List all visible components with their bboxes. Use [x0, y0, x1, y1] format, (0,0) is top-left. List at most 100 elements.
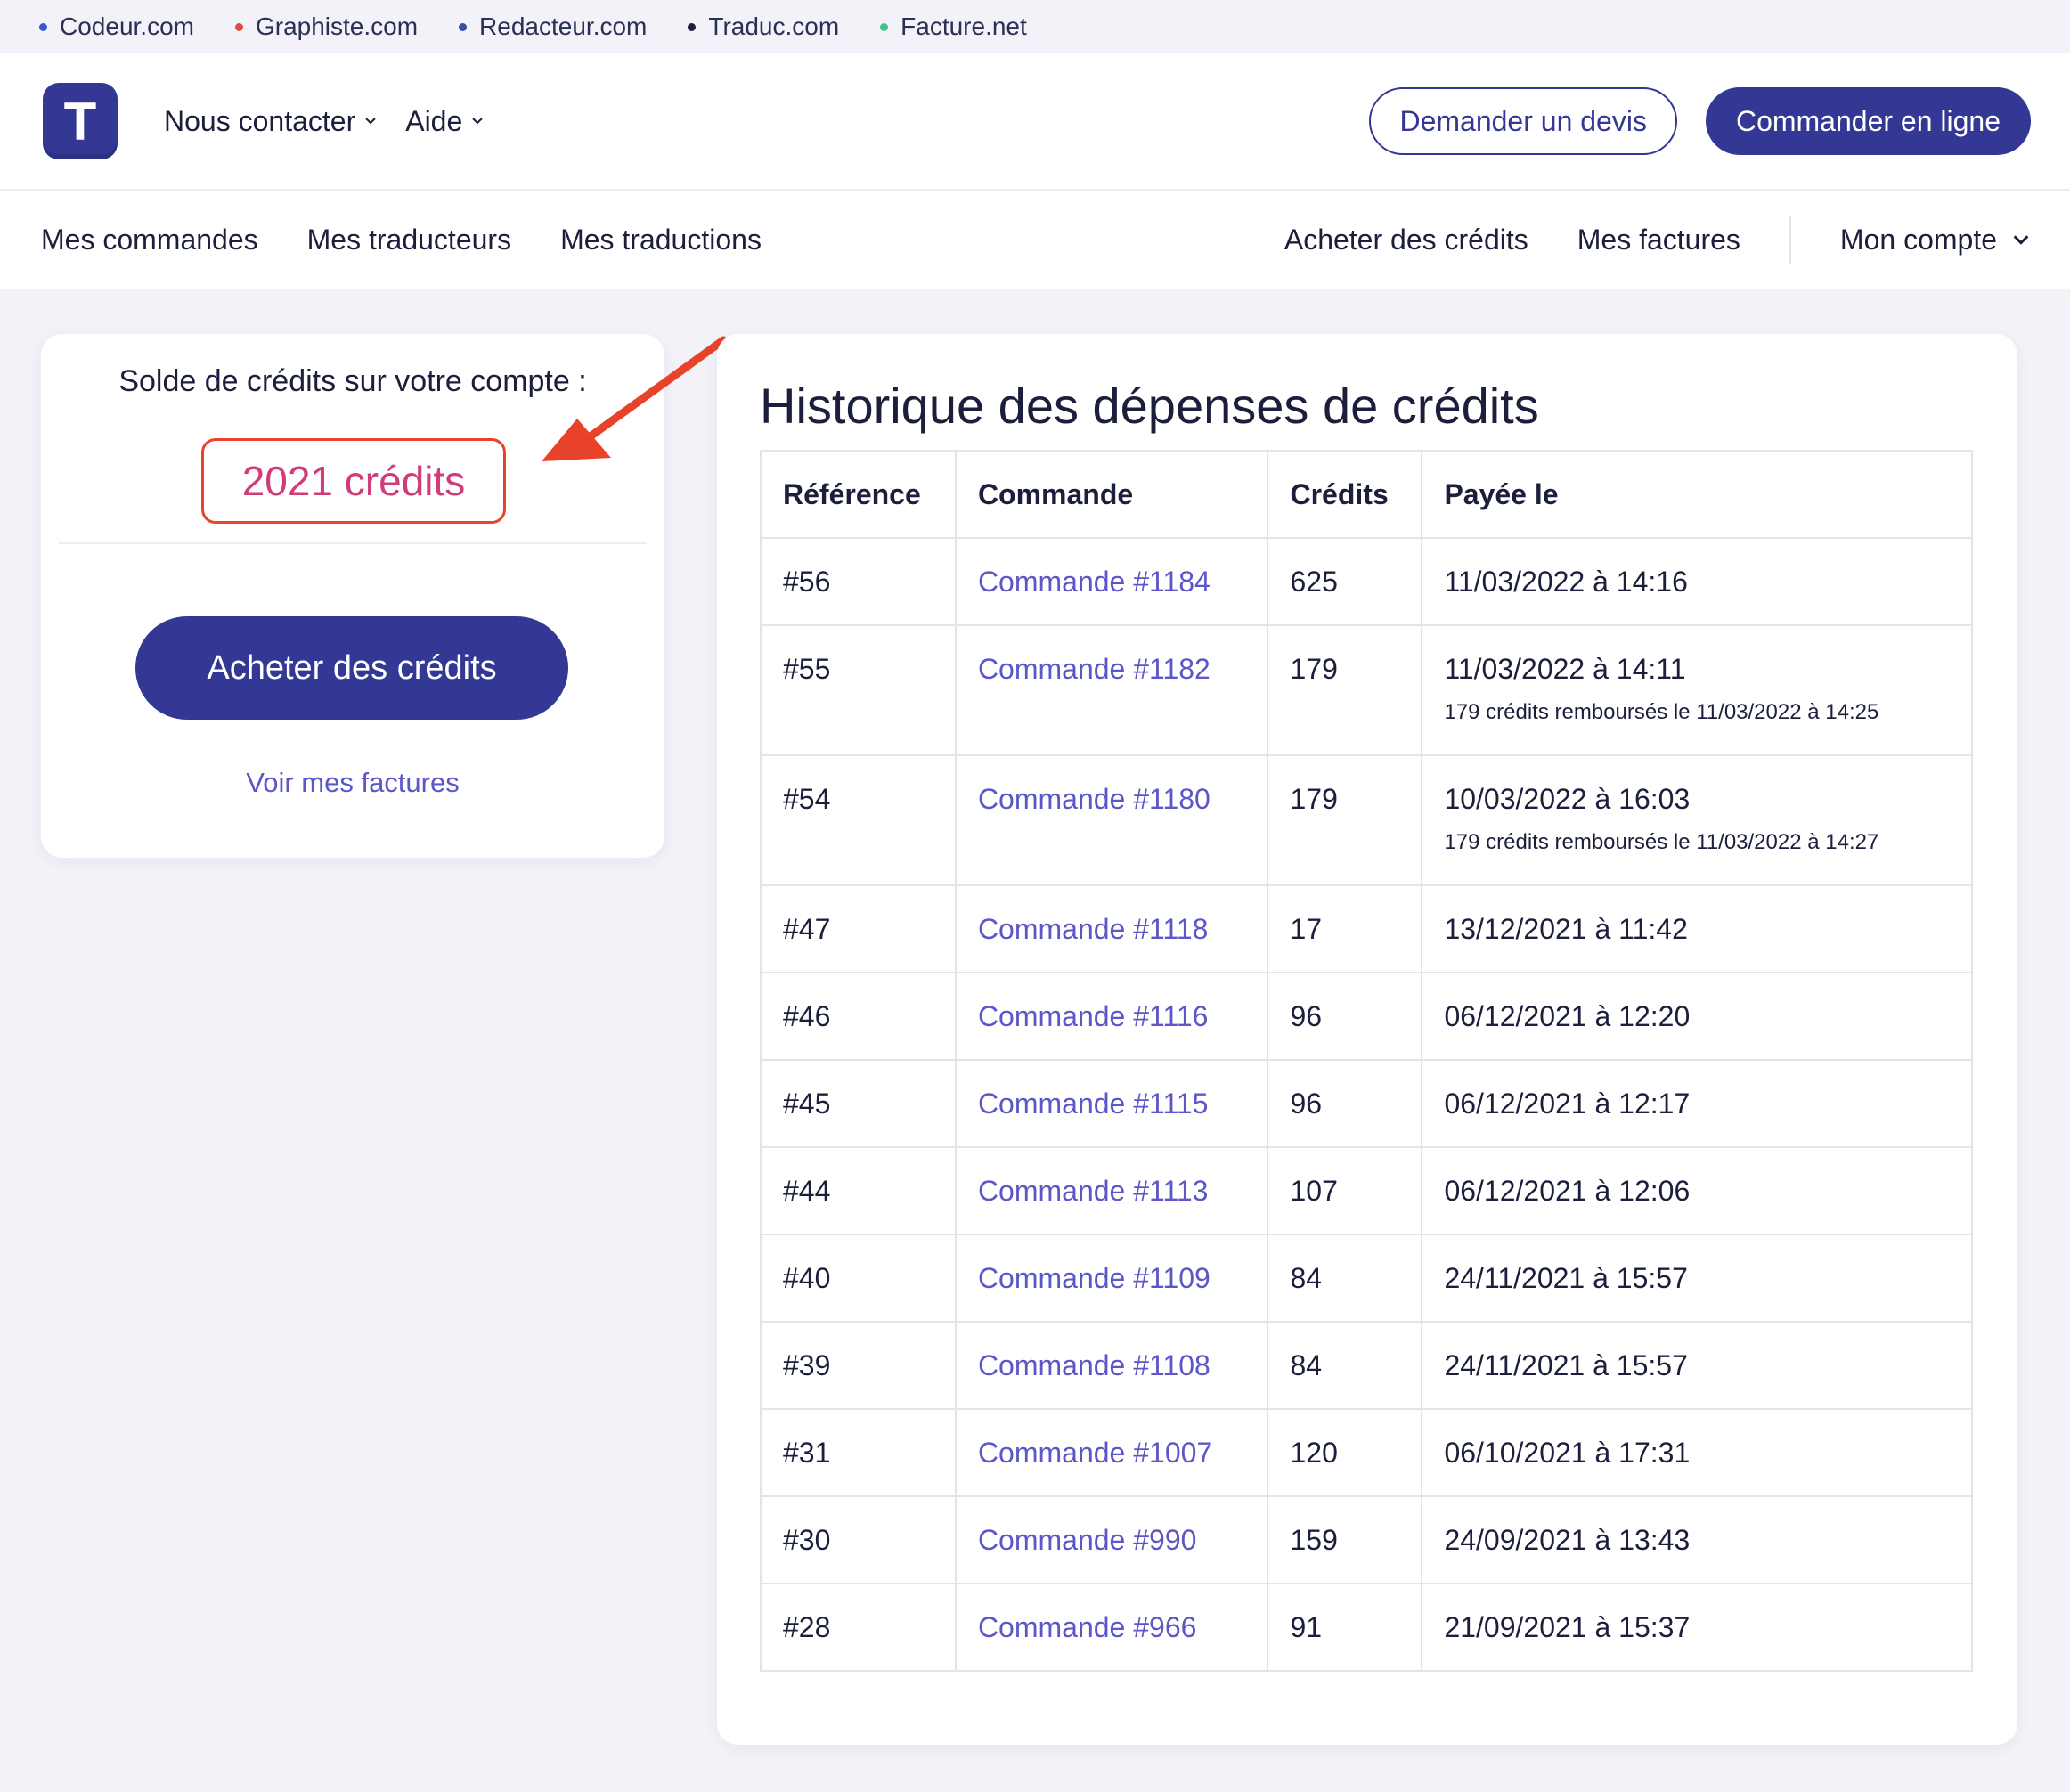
- column-header-order: Commande: [954, 450, 1269, 539]
- network-site-facture[interactable]: Facture.net: [880, 12, 1027, 41]
- order-link[interactable]: Commande #966: [978, 1611, 1196, 1643]
- paid-date: 11/03/2022 à 14:11: [1444, 653, 1686, 685]
- network-site-label: Redacteur.com: [479, 12, 648, 40]
- cell-paid-on: 06/12/2021 à 12:06: [1421, 1146, 1973, 1235]
- subnav-my-translators[interactable]: Mes traducteurs: [307, 224, 511, 257]
- header-nav: Nous contacter Aide: [164, 105, 485, 138]
- order-link[interactable]: Commande #1184: [978, 566, 1210, 598]
- order-link[interactable]: Commande #1108: [978, 1349, 1210, 1381]
- network-site-traduc[interactable]: Traduc.com: [688, 12, 839, 41]
- account-subnav: Mes commandes Mes traducteurs Mes traduc…: [0, 191, 2070, 289]
- cell-reference: #55: [760, 624, 957, 756]
- cell-credits: 96: [1267, 972, 1423, 1061]
- bullet-dot: [39, 22, 47, 31]
- table-row: #28 Commande #966 91 21/09/2021 à 15:37: [760, 1583, 1973, 1672]
- table-row: #30 Commande #990 159 24/09/2021 à 13:43: [760, 1495, 1973, 1584]
- order-link[interactable]: Commande #1118: [978, 913, 1209, 945]
- cell-order: Commande #1113: [954, 1146, 1269, 1235]
- cell-order: Commande #1184: [954, 537, 1269, 626]
- cell-credits: 84: [1267, 1321, 1423, 1410]
- cell-reference: #30: [760, 1495, 957, 1584]
- chevron-down-icon: [2013, 235, 2029, 245]
- nav-contact-dropdown[interactable]: Nous contacter: [164, 105, 379, 138]
- cell-paid-on: 24/09/2021 à 13:43: [1421, 1495, 1973, 1584]
- card-divider: [59, 542, 647, 544]
- cell-credits: 159: [1267, 1495, 1423, 1584]
- column-header-credits: Crédits: [1267, 450, 1423, 539]
- order-link[interactable]: Commande #1113: [978, 1175, 1209, 1207]
- logo-letter: T: [63, 91, 97, 151]
- cell-paid-on: 06/12/2021 à 12:17: [1421, 1059, 1973, 1148]
- table-row: #54 Commande #1180 179 10/03/2022 à 16:0…: [760, 754, 1973, 886]
- credit-history-card: Historique des dépenses de crédits Référ…: [717, 334, 2017, 1745]
- cell-credits: 625: [1267, 537, 1423, 626]
- table-row: #44 Commande #1113 107 06/12/2021 à 12:0…: [760, 1146, 1973, 1235]
- network-bar: Codeur.com Graphiste.com Redacteur.com T…: [0, 0, 2070, 53]
- subnav-my-account-dropdown[interactable]: Mon compte: [1840, 224, 2031, 257]
- order-link[interactable]: Commande #1116: [978, 1000, 1209, 1032]
- cell-order: Commande #1108: [954, 1321, 1269, 1410]
- cell-credits: 96: [1267, 1059, 1423, 1148]
- network-site-label: Facture.net: [901, 12, 1027, 40]
- table-row: #55 Commande #1182 179 11/03/2022 à 14:1…: [760, 624, 1973, 756]
- cell-order: Commande #990: [954, 1495, 1269, 1584]
- order-link[interactable]: Commande #990: [978, 1524, 1196, 1556]
- cell-reference: #54: [760, 754, 957, 886]
- cell-order: Commande #1180: [954, 754, 1269, 886]
- cell-order: Commande #1116: [954, 972, 1269, 1061]
- cell-paid-on: 21/09/2021 à 15:37: [1421, 1583, 1973, 1672]
- view-invoices-link[interactable]: Voir mes factures: [41, 767, 664, 799]
- cell-paid-on: 06/10/2021 à 17:31: [1421, 1408, 1973, 1497]
- nav-contact-label: Nous contacter: [164, 104, 356, 137]
- bullet-dot: [688, 22, 697, 31]
- account-label: Mon compte: [1839, 223, 1997, 256]
- table-row: #56 Commande #1184 625 11/03/2022 à 14:1…: [760, 537, 1973, 626]
- table-row: #31 Commande #1007 120 06/10/2021 à 17:3…: [760, 1408, 1973, 1497]
- cell-reference: #31: [760, 1408, 957, 1497]
- paid-date: 10/03/2022 à 16:03: [1444, 783, 1691, 815]
- nav-help-dropdown[interactable]: Aide: [405, 105, 485, 138]
- credit-history-table: Référence Commande Crédits Payée le #56 …: [760, 450, 1973, 1672]
- cell-reference: #45: [760, 1059, 957, 1148]
- cell-order: Commande #1182: [954, 624, 1269, 756]
- cell-credits: 179: [1267, 624, 1423, 756]
- network-site-label: Codeur.com: [60, 12, 194, 40]
- cell-paid-on: 11/03/2022 à 14:16: [1421, 537, 1973, 626]
- request-quote-button[interactable]: Demander un devis: [1369, 87, 1677, 155]
- network-site-graphiste[interactable]: Graphiste.com: [234, 12, 419, 41]
- main-header: T Nous contacter Aide Demander un devis …: [0, 53, 2070, 191]
- cell-credits: 120: [1267, 1408, 1423, 1497]
- order-link[interactable]: Commande #1115: [978, 1087, 1209, 1120]
- table-header-row: Référence Commande Crédits Payée le: [760, 450, 1973, 539]
- table-row: #40 Commande #1109 84 24/11/2021 à 15:57: [760, 1234, 1973, 1323]
- bullet-dot: [880, 22, 889, 31]
- cell-order: Commande #1109: [954, 1234, 1269, 1323]
- subnav-divider: [1789, 216, 1791, 264]
- order-link[interactable]: Commande #1007: [978, 1437, 1212, 1469]
- cell-order: Commande #966: [954, 1583, 1269, 1672]
- subnav-my-translations[interactable]: Mes traductions: [560, 224, 762, 257]
- network-site-redacteur[interactable]: Redacteur.com: [459, 12, 647, 41]
- cell-credits: 17: [1267, 884, 1423, 973]
- cell-reference: #47: [760, 884, 957, 973]
- order-link[interactable]: Commande #1109: [978, 1262, 1210, 1294]
- cell-order: Commande #1118: [954, 884, 1269, 973]
- history-title: Historique des dépenses de crédits: [760, 378, 1539, 434]
- table-row: #39 Commande #1108 84 24/11/2021 à 15:57: [760, 1321, 1973, 1410]
- red-arrow-icon: [542, 336, 728, 461]
- order-link[interactable]: Commande #1180: [978, 783, 1210, 815]
- table-row: #45 Commande #1115 96 06/12/2021 à 12:17: [760, 1059, 1973, 1148]
- network-site-codeur[interactable]: Codeur.com: [39, 12, 194, 41]
- subnav-my-invoices[interactable]: Mes factures: [1577, 224, 1740, 257]
- subnav-buy-credits[interactable]: Acheter des crédits: [1284, 224, 1528, 257]
- traduc-logo[interactable]: T: [43, 83, 118, 159]
- subnav-my-orders[interactable]: Mes commandes: [41, 224, 258, 257]
- order-online-button[interactable]: Commander en ligne: [1705, 87, 2031, 155]
- cell-reference: #39: [760, 1321, 957, 1410]
- table-row: #46 Commande #1116 96 06/12/2021 à 12:20: [760, 972, 1973, 1061]
- cell-reference: #56: [760, 537, 957, 626]
- buy-credits-button[interactable]: Acheter des crédits: [135, 616, 568, 720]
- network-site-label: Graphiste.com: [255, 12, 419, 40]
- order-link[interactable]: Commande #1182: [978, 653, 1210, 685]
- cell-credits: 91: [1267, 1583, 1423, 1672]
